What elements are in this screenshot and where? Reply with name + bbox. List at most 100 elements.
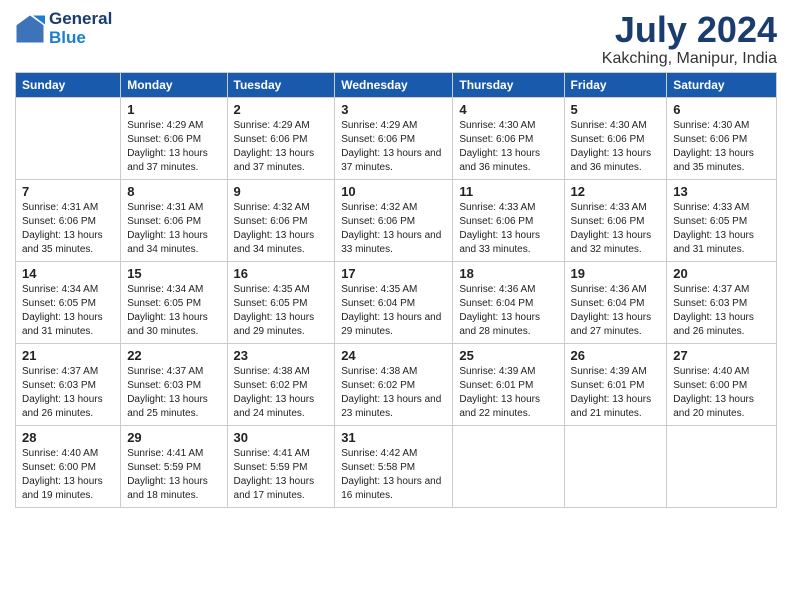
sunrise-text: Sunrise: 4:40 AM [673, 365, 770, 379]
daylight-text: Daylight: 13 hours and 37 minutes. [234, 147, 329, 175]
sunrise-text: Sunrise: 4:41 AM [127, 447, 220, 461]
table-row: 8 Sunrise: 4:31 AM Sunset: 6:06 PM Dayli… [121, 179, 227, 261]
col-wednesday: Wednesday [335, 72, 453, 97]
day-number: 16 [234, 266, 329, 281]
cell-content: Sunrise: 4:40 AM Sunset: 6:00 PM Dayligh… [22, 447, 114, 503]
sunset-text: Sunset: 6:04 PM [459, 297, 557, 311]
daylight-text: Daylight: 13 hours and 16 minutes. [341, 475, 446, 503]
day-number: 25 [459, 348, 557, 363]
sunrise-text: Sunrise: 4:33 AM [673, 201, 770, 215]
col-tuesday: Tuesday [227, 72, 335, 97]
cell-content: Sunrise: 4:37 AM Sunset: 6:03 PM Dayligh… [127, 365, 220, 421]
cell-content: Sunrise: 4:35 AM Sunset: 6:04 PM Dayligh… [341, 283, 446, 339]
sunrise-text: Sunrise: 4:31 AM [127, 201, 220, 215]
daylight-text: Daylight: 13 hours and 30 minutes. [127, 311, 220, 339]
sunrise-text: Sunrise: 4:33 AM [459, 201, 557, 215]
table-row: 4 Sunrise: 4:30 AM Sunset: 6:06 PM Dayli… [453, 97, 564, 179]
daylight-text: Daylight: 13 hours and 28 minutes. [459, 311, 557, 339]
cell-content: Sunrise: 4:31 AM Sunset: 6:06 PM Dayligh… [22, 201, 114, 257]
daylight-text: Daylight: 13 hours and 29 minutes. [341, 311, 446, 339]
sunset-text: Sunset: 6:01 PM [571, 379, 661, 393]
day-number: 30 [234, 430, 329, 445]
sunrise-text: Sunrise: 4:35 AM [341, 283, 446, 297]
table-row: 20 Sunrise: 4:37 AM Sunset: 6:03 PM Dayl… [667, 261, 777, 343]
daylight-text: Daylight: 13 hours and 34 minutes. [127, 229, 220, 257]
table-row: 15 Sunrise: 4:34 AM Sunset: 6:05 PM Dayl… [121, 261, 227, 343]
title-block: July 2024 Kakching, Manipur, India [602, 10, 777, 68]
sunset-text: Sunset: 5:59 PM [234, 461, 329, 475]
sunset-text: Sunset: 6:06 PM [673, 133, 770, 147]
sunrise-text: Sunrise: 4:29 AM [234, 119, 329, 133]
cell-content: Sunrise: 4:31 AM Sunset: 6:06 PM Dayligh… [127, 201, 220, 257]
sunset-text: Sunset: 6:05 PM [22, 297, 114, 311]
day-number: 22 [127, 348, 220, 363]
daylight-text: Daylight: 13 hours and 26 minutes. [673, 311, 770, 339]
sunrise-text: Sunrise: 4:32 AM [341, 201, 446, 215]
table-row: 3 Sunrise: 4:29 AM Sunset: 6:06 PM Dayli… [335, 97, 453, 179]
cell-content: Sunrise: 4:34 AM Sunset: 6:05 PM Dayligh… [127, 283, 220, 339]
header: General Blue July 2024 Kakching, Manipur… [15, 10, 777, 68]
cell-content: Sunrise: 4:39 AM Sunset: 6:01 PM Dayligh… [571, 365, 661, 421]
sunrise-text: Sunrise: 4:41 AM [234, 447, 329, 461]
daylight-text: Daylight: 13 hours and 36 minutes. [571, 147, 661, 175]
sunrise-text: Sunrise: 4:32 AM [234, 201, 329, 215]
table-row: 10 Sunrise: 4:32 AM Sunset: 6:06 PM Dayl… [335, 179, 453, 261]
sunset-text: Sunset: 6:00 PM [22, 461, 114, 475]
table-row: 27 Sunrise: 4:40 AM Sunset: 6:00 PM Dayl… [667, 343, 777, 425]
daylight-text: Daylight: 13 hours and 22 minutes. [459, 393, 557, 421]
table-row: 21 Sunrise: 4:37 AM Sunset: 6:03 PM Dayl… [16, 343, 121, 425]
sunrise-text: Sunrise: 4:30 AM [571, 119, 661, 133]
sunrise-text: Sunrise: 4:35 AM [234, 283, 329, 297]
day-number: 7 [22, 184, 114, 199]
sunset-text: Sunset: 6:01 PM [459, 379, 557, 393]
table-row: 12 Sunrise: 4:33 AM Sunset: 6:06 PM Dayl… [564, 179, 667, 261]
sunset-text: Sunset: 6:02 PM [341, 379, 446, 393]
sunset-text: Sunset: 6:05 PM [234, 297, 329, 311]
table-row: 13 Sunrise: 4:33 AM Sunset: 6:05 PM Dayl… [667, 179, 777, 261]
sunset-text: Sunset: 6:03 PM [22, 379, 114, 393]
day-number: 15 [127, 266, 220, 281]
table-row: 23 Sunrise: 4:38 AM Sunset: 6:02 PM Dayl… [227, 343, 335, 425]
day-number: 27 [673, 348, 770, 363]
table-row: 6 Sunrise: 4:30 AM Sunset: 6:06 PM Dayli… [667, 97, 777, 179]
table-row: 19 Sunrise: 4:36 AM Sunset: 6:04 PM Dayl… [564, 261, 667, 343]
col-thursday: Thursday [453, 72, 564, 97]
day-number: 31 [341, 430, 446, 445]
daylight-text: Daylight: 13 hours and 20 minutes. [673, 393, 770, 421]
cell-content: Sunrise: 4:39 AM Sunset: 6:01 PM Dayligh… [459, 365, 557, 421]
cell-content: Sunrise: 4:30 AM Sunset: 6:06 PM Dayligh… [673, 119, 770, 175]
day-number: 6 [673, 102, 770, 117]
cell-content: Sunrise: 4:32 AM Sunset: 6:06 PM Dayligh… [234, 201, 329, 257]
daylight-text: Daylight: 13 hours and 31 minutes. [22, 311, 114, 339]
cell-content: Sunrise: 4:38 AM Sunset: 6:02 PM Dayligh… [341, 365, 446, 421]
sunrise-text: Sunrise: 4:29 AM [127, 119, 220, 133]
table-row: 11 Sunrise: 4:33 AM Sunset: 6:06 PM Dayl… [453, 179, 564, 261]
sunrise-text: Sunrise: 4:40 AM [22, 447, 114, 461]
cell-content: Sunrise: 4:33 AM Sunset: 6:06 PM Dayligh… [459, 201, 557, 257]
daylight-text: Daylight: 13 hours and 37 minutes. [127, 147, 220, 175]
day-number: 9 [234, 184, 329, 199]
col-saturday: Saturday [667, 72, 777, 97]
table-row: 16 Sunrise: 4:35 AM Sunset: 6:05 PM Dayl… [227, 261, 335, 343]
day-number: 28 [22, 430, 114, 445]
table-row: 30 Sunrise: 4:41 AM Sunset: 5:59 PM Dayl… [227, 425, 335, 507]
day-number: 21 [22, 348, 114, 363]
sunrise-text: Sunrise: 4:31 AM [22, 201, 114, 215]
cell-content: Sunrise: 4:29 AM Sunset: 6:06 PM Dayligh… [341, 119, 446, 175]
sunset-text: Sunset: 6:00 PM [673, 379, 770, 393]
table-row [564, 425, 667, 507]
day-number: 12 [571, 184, 661, 199]
table-row: 28 Sunrise: 4:40 AM Sunset: 6:00 PM Dayl… [16, 425, 121, 507]
logo-icon [15, 14, 45, 44]
sunset-text: Sunset: 6:04 PM [571, 297, 661, 311]
daylight-text: Daylight: 13 hours and 37 minutes. [341, 147, 446, 175]
sunset-text: Sunset: 6:03 PM [127, 379, 220, 393]
sunset-text: Sunset: 6:05 PM [127, 297, 220, 311]
day-number: 26 [571, 348, 661, 363]
table-row: 1 Sunrise: 4:29 AM Sunset: 6:06 PM Dayli… [121, 97, 227, 179]
sunset-text: Sunset: 6:06 PM [127, 133, 220, 147]
calendar-header-row: Sunday Monday Tuesday Wednesday Thursday… [16, 72, 777, 97]
daylight-text: Daylight: 13 hours and 35 minutes. [673, 147, 770, 175]
daylight-text: Daylight: 13 hours and 36 minutes. [459, 147, 557, 175]
table-row: 14 Sunrise: 4:34 AM Sunset: 6:05 PM Dayl… [16, 261, 121, 343]
